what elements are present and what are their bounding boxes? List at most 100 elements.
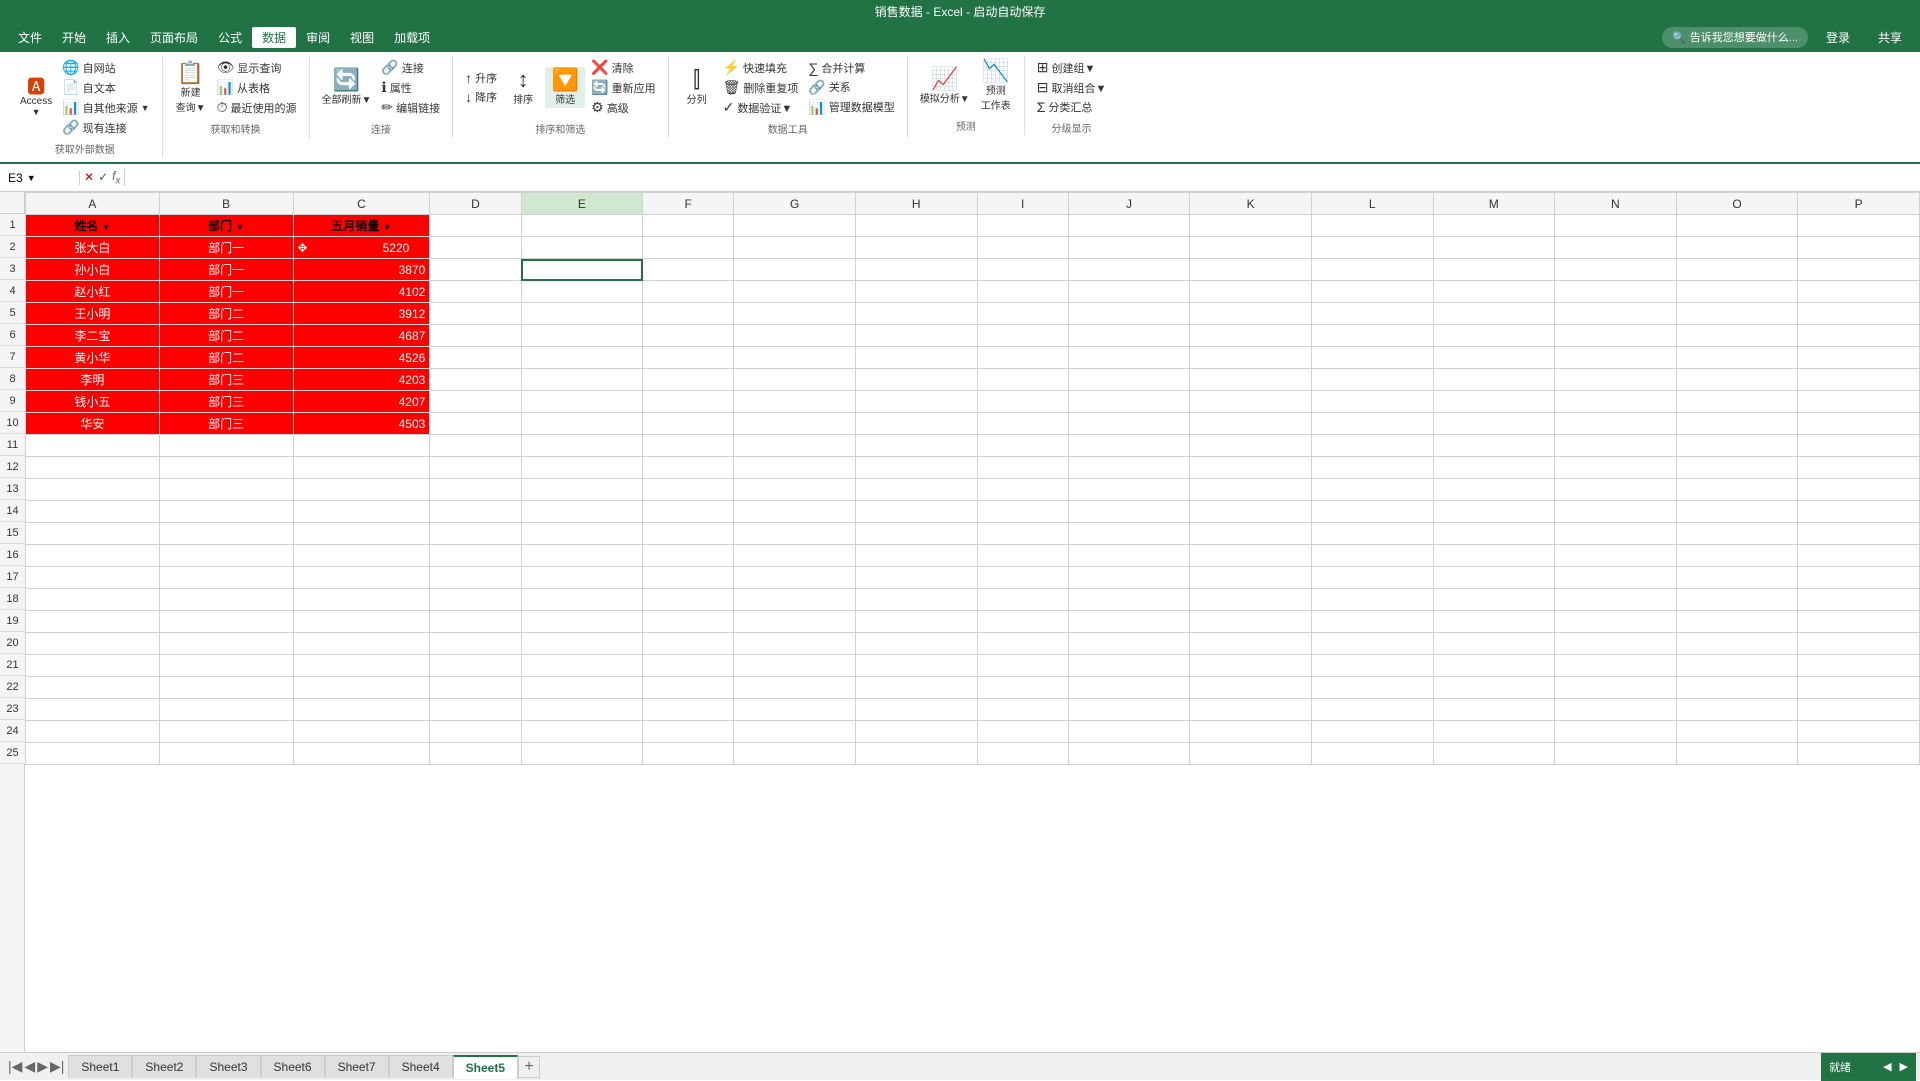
cell-H5[interactable] <box>855 303 977 325</box>
cell-N8[interactable] <box>1555 369 1677 391</box>
cell-M9[interactable] <box>1433 391 1555 413</box>
cell-E10[interactable] <box>521 413 643 435</box>
cell-I3[interactable] <box>977 259 1068 281</box>
cell-I9[interactable] <box>977 391 1068 413</box>
cell-P10[interactable] <box>1798 413 1920 435</box>
cell-F9[interactable] <box>643 391 734 413</box>
cell-K3[interactable] <box>1190 259 1312 281</box>
btn-sort-desc[interactable]: ↓ 降序 <box>461 88 501 106</box>
cell-P3[interactable] <box>1798 259 1920 281</box>
cell-D3[interactable] <box>430 259 521 281</box>
cell-D1[interactable] <box>430 215 521 237</box>
btn-filter[interactable]: 🔽 筛选 <box>545 67 585 108</box>
cell-B4[interactable]: 部门一 <box>159 281 293 303</box>
tab-nav-last[interactable]: ▶| <box>50 1058 64 1075</box>
col-header-C[interactable]: C <box>293 193 430 215</box>
cell-C6[interactable]: 4687 <box>293 325 430 347</box>
sheet-tab-sheet7[interactable]: Sheet7 <box>325 1055 389 1078</box>
cell-A1[interactable]: 姓名 ▼ <box>26 215 160 237</box>
cell-J5[interactable] <box>1068 303 1190 325</box>
login-button[interactable]: 登录 <box>1816 27 1860 48</box>
cell-E8[interactable] <box>521 369 643 391</box>
cell-A11[interactable] <box>26 435 160 457</box>
col-header-K[interactable]: K <box>1190 193 1312 215</box>
col-header-E[interactable]: E <box>521 193 643 215</box>
sheet-tab-sheet4[interactable]: Sheet4 <box>389 1055 453 1078</box>
menu-item-formula[interactable]: 公式 <box>208 27 252 48</box>
cell-P8[interactable] <box>1798 369 1920 391</box>
btn-recent-sources[interactable]: ⏱ 最近使用的源 <box>213 98 301 117</box>
cell-J8[interactable] <box>1068 369 1190 391</box>
cell-E3[interactable] <box>521 259 643 281</box>
cell-L4[interactable] <box>1311 281 1433 303</box>
menu-item-insert[interactable]: 插入 <box>96 27 140 48</box>
btn-from-table[interactable]: 📊 从表格 <box>213 78 301 97</box>
col-header-A[interactable]: A <box>26 193 160 215</box>
cell-O4[interactable] <box>1676 281 1798 303</box>
cell-C1[interactable]: 五月销量 ▼ <box>293 215 430 237</box>
cell-A2[interactable]: 张大白 <box>26 237 160 259</box>
cell-N2[interactable] <box>1555 237 1677 259</box>
btn-merge-calc[interactable]: ∑ 合并计算 <box>804 59 898 77</box>
cell-P9[interactable] <box>1798 391 1920 413</box>
cell-M7[interactable] <box>1433 347 1555 369</box>
btn-sort[interactable]: ↕ 排序 <box>503 67 543 108</box>
confirm-formula-icon[interactable]: ✓ <box>98 170 108 184</box>
cell-O6[interactable] <box>1676 325 1798 347</box>
cell-F4[interactable] <box>643 281 734 303</box>
col-header-N[interactable]: N <box>1555 193 1677 215</box>
cell-H9[interactable] <box>855 391 977 413</box>
cell-K9[interactable] <box>1190 391 1312 413</box>
menu-item-addins[interactable]: 加载项 <box>384 27 440 48</box>
col-header-J[interactable]: J <box>1068 193 1190 215</box>
cell-I8[interactable] <box>977 369 1068 391</box>
cell-A10[interactable]: 华安 <box>26 413 160 435</box>
cell-H4[interactable] <box>855 281 977 303</box>
cell-K4[interactable] <box>1190 281 1312 303</box>
scroll-left-btn[interactable]: ◀ <box>1883 1060 1891 1073</box>
cell-G10[interactable] <box>734 413 856 435</box>
cell-C8[interactable]: 4203 <box>293 369 430 391</box>
cell-F7[interactable] <box>643 347 734 369</box>
scroll-right-btn[interactable]: ▶ <box>1900 1060 1908 1073</box>
cell-K10[interactable] <box>1190 413 1312 435</box>
tab-nav-prev[interactable]: ◀ <box>24 1058 35 1075</box>
cell-P4[interactable] <box>1798 281 1920 303</box>
col-header-D[interactable]: D <box>430 193 521 215</box>
btn-clear[interactable]: ❌ 清除 <box>587 58 659 77</box>
btn-edit-links[interactable]: ✏ 编辑链接 <box>377 98 444 117</box>
cell-F2[interactable] <box>643 237 734 259</box>
cell-O3[interactable] <box>1676 259 1798 281</box>
cell-B7[interactable]: 部门二 <box>159 347 293 369</box>
cell-E7[interactable] <box>521 347 643 369</box>
cell-I4[interactable] <box>977 281 1068 303</box>
btn-refresh-all[interactable]: 🔄 全部刷新▼ <box>318 67 376 108</box>
cell-I7[interactable] <box>977 347 1068 369</box>
cell-J10[interactable] <box>1068 413 1190 435</box>
cell-F3[interactable] <box>643 259 734 281</box>
cell-G9[interactable] <box>734 391 856 413</box>
cell-N4[interactable] <box>1555 281 1677 303</box>
cell-D5[interactable] <box>430 303 521 325</box>
cell-O9[interactable] <box>1676 391 1798 413</box>
cell-B3[interactable]: 部门一 <box>159 259 293 281</box>
cell-H8[interactable] <box>855 369 977 391</box>
cell-G1[interactable] <box>734 215 856 237</box>
cancel-formula-icon[interactable]: ✕ <box>84 170 94 184</box>
cell-O5[interactable] <box>1676 303 1798 325</box>
cell-C3[interactable]: 3870 <box>293 259 430 281</box>
tab-nav-first[interactable]: |◀ <box>8 1058 22 1075</box>
cell-D7[interactable] <box>430 347 521 369</box>
btn-relation[interactable]: 🔗 关系 <box>804 78 898 97</box>
cell-N5[interactable] <box>1555 303 1677 325</box>
cell-M5[interactable] <box>1433 303 1555 325</box>
cell-O10[interactable] <box>1676 413 1798 435</box>
btn-properties[interactable]: ℹ 属性 <box>377 78 444 97</box>
cell-E2[interactable] <box>521 237 643 259</box>
cell-F5[interactable] <box>643 303 734 325</box>
cell-G7[interactable] <box>734 347 856 369</box>
cell-C7[interactable]: 4526 <box>293 347 430 369</box>
cell-L3[interactable] <box>1311 259 1433 281</box>
cell-C2[interactable]: ✥5220 <box>293 237 430 259</box>
cell-J4[interactable] <box>1068 281 1190 303</box>
